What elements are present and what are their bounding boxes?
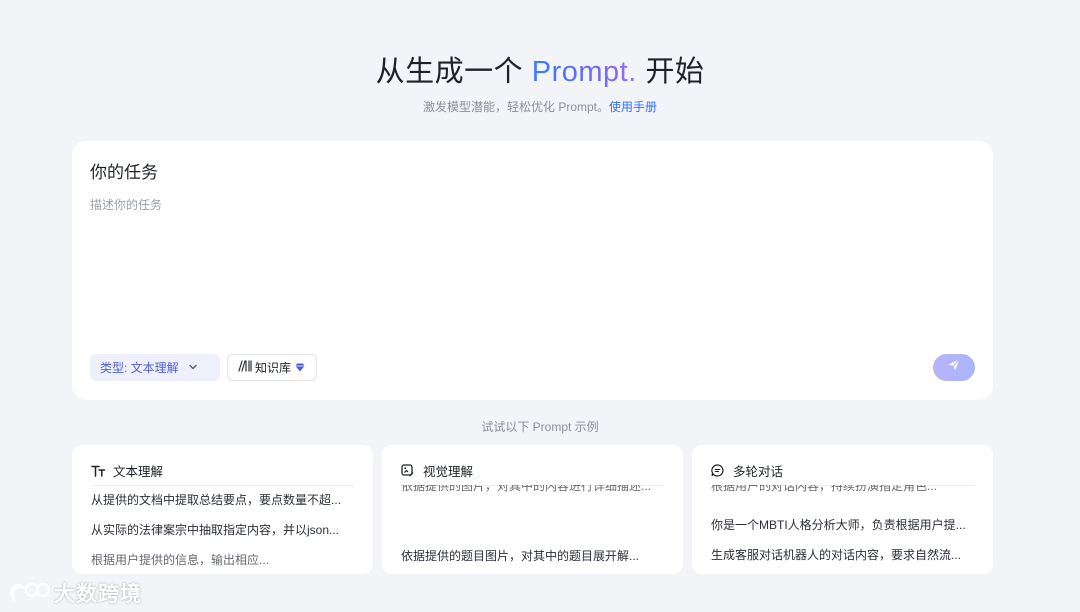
send-button[interactable] bbox=[933, 354, 975, 381]
knowledge-base-icon bbox=[238, 360, 252, 375]
chat-icon bbox=[711, 464, 726, 477]
example-card-visual-understanding: 视觉理解 依据提供的图片，对其中的内容进行详细描述... 依据提供的题目图片，对… bbox=[382, 445, 683, 574]
example-item[interactable]: 根据用户提供的信息，输出相应... bbox=[91, 551, 354, 568]
example-card-title: 文本理解 bbox=[113, 465, 164, 479]
task-title: 你的任务 bbox=[90, 163, 158, 182]
image-edit-icon bbox=[401, 464, 416, 477]
example-card-header: 视觉理解 bbox=[401, 461, 473, 480]
example-card-title: 多轮对话 bbox=[733, 465, 784, 479]
example-card-title: 视觉理解 bbox=[423, 465, 474, 479]
type-select[interactable]: 类型: 文本理解 bbox=[90, 354, 220, 381]
example-item[interactable]: 生成客服对话机器人的对话内容，要求自然流... bbox=[711, 546, 974, 563]
examples-hint: 试试以下 Prompt 示例 bbox=[481, 420, 599, 434]
manual-link[interactable]: 使用手册 bbox=[609, 100, 657, 114]
task-card: 你的任务 类型: 文本理解 知识库 bbox=[72, 141, 993, 400]
title-brand: Prompt. bbox=[531, 56, 637, 88]
example-card-text-understanding: 文本理解 从提供的文档中提取总结要点，要点数量不超... 从实际的法律案宗中抽取… bbox=[72, 445, 373, 574]
example-item[interactable]: 根据用户的对话内容，持续扮演指定角色... bbox=[711, 485, 974, 493]
title-prefix: 从生成一个 bbox=[375, 56, 532, 88]
watermark-logo: 大数跨境 bbox=[8, 578, 142, 608]
knowledge-base-label: 知识库 bbox=[255, 361, 292, 375]
chevron-down-icon bbox=[188, 361, 198, 375]
send-icon bbox=[947, 358, 961, 377]
divider bbox=[91, 485, 354, 486]
task-description-input[interactable] bbox=[90, 196, 970, 336]
example-item[interactable]: 你是一个MBTI人格分析大师，负责根据用户提... bbox=[711, 516, 974, 533]
example-item[interactable]: 从实际的法律案宗中抽取指定内容，并以json... bbox=[91, 521, 354, 538]
example-item[interactable]: 从提供的文档中提取总结要点，要点数量不超... bbox=[91, 491, 354, 508]
text-format-icon bbox=[91, 465, 106, 477]
example-card-header: 文本理解 bbox=[91, 461, 163, 480]
example-item[interactable]: 依据提供的图片，对其中的内容进行详细描述... bbox=[401, 485, 664, 493]
title-suffix: 开始 bbox=[636, 56, 705, 88]
page-subtitle: 激发模型潜能，轻松优化 Prompt。使用手册 bbox=[0, 98, 1080, 115]
subtitle-text: 激发模型潜能，轻松优化 Prompt。 bbox=[422, 100, 609, 114]
page-title: 从生成一个 Prompt. 开始 bbox=[0, 48, 1080, 90]
example-card-header: 多轮对话 bbox=[711, 461, 783, 480]
watermark-text: 大数跨境 bbox=[54, 583, 142, 606]
premium-gem-icon bbox=[295, 361, 305, 375]
example-card-multi-turn-dialog: 多轮对话 根据用户的对话内容，持续扮演指定角色... 你是一个MBTI人格分析大… bbox=[692, 445, 993, 574]
knowledge-base-button[interactable]: 知识库 bbox=[227, 354, 317, 381]
type-select-label: 类型: 文本理解 bbox=[100, 361, 179, 375]
example-item[interactable]: 依据提供的题目图片，对其中的题目展开解... bbox=[401, 547, 664, 564]
